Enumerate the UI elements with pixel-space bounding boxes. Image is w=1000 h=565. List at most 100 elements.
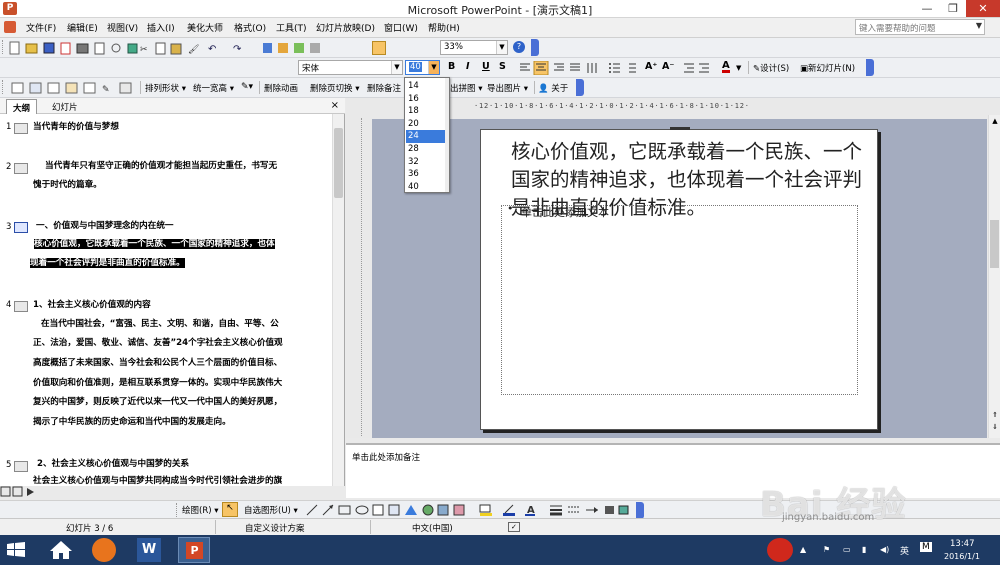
menu-window[interactable]: 窗口(W) [384,21,418,34]
dropdown-scrollbar[interactable] [445,78,449,192]
font-size-option[interactable]: 28 [406,143,448,156]
spellcheck-icon[interactable]: ✓ [508,522,520,532]
menu-help[interactable]: 帮助(H) [428,21,460,34]
tab-slides[interactable]: 幻灯片 [46,99,84,114]
toolbar-handle[interactable] [176,503,179,517]
list-icons[interactable] [608,61,638,75]
horizontal-ruler[interactable]: ·12·1·10·1·8·1·6·1·4·1·2·1·0·1·2·1·4·1·6… [474,99,874,113]
shadow-button[interactable]: S [499,61,506,72]
menu-file[interactable]: 文件(F) [26,21,56,34]
toolbar-options-button[interactable] [636,502,644,519]
word-icon[interactable]: W [137,538,161,562]
alignment-icons[interactable] [518,61,603,75]
addin-toolbar-icons[interactable]: ✎ [10,81,135,95]
show-formatting-icon[interactable] [372,41,386,55]
indent-icons[interactable] [682,61,712,75]
network-icon[interactable]: ▭ [843,545,851,554]
bold-button[interactable]: B [448,61,455,72]
underline-button[interactable]: U [482,61,490,72]
browser-icon[interactable] [92,538,116,562]
font-name-select[interactable]: 宋体 ▼ [298,60,403,75]
slide-icon[interactable] [14,163,28,174]
toolbar-options-button[interactable] [531,39,539,56]
outline-text-line[interactable]: 当代青年只有坚守正确的价值观才能担当起历史重任，书写无 [45,157,277,177]
toolbar-options-button[interactable] [866,59,874,76]
menu-format[interactable]: 格式(O) [234,21,266,34]
remove-animation-button[interactable]: 删除动画 [264,82,298,94]
chevron-down-icon[interactable]: ▼ [428,61,439,74]
arrange-shapes-button[interactable]: 排列形状 ▾ [145,82,186,94]
font-size-option[interactable]: 14 [406,80,448,93]
input-method-indicator[interactable]: M [920,542,932,552]
volume-icon[interactable]: ◀) [880,545,889,554]
new-slide-button[interactable]: ▣新幻灯片(N) [800,62,855,74]
slide-canvas[interactable]: 核心价值观，它既承载着一个民族、一个国家的精神追求，也体现着一个社会评判是非曲直… [480,127,878,430]
previous-slide-icon[interactable]: ⇑ [989,411,1000,419]
help-icon[interactable]: ? [513,41,525,53]
font-size-option[interactable]: 16 [406,93,448,106]
view-mode-icons[interactable] [0,486,50,498]
export-image-button[interactable]: 导出图片 ▾ [487,82,528,94]
outline-text-line[interactable]: 高度概括了未来国家、当今社会和公民个人三个层面的价值目标、 [33,354,282,374]
chevron-down-icon[interactable]: ▼ [391,61,402,74]
scrollbar-thumb[interactable] [990,220,999,268]
format-painter-icon[interactable]: ✎▾ [241,82,253,92]
font-size-option[interactable]: 36 [406,168,448,181]
chevron-down-icon[interactable]: ▼ [496,41,507,54]
remove-notes-button[interactable]: 删除备注 [367,82,401,94]
chevron-down-icon[interactable]: ▼ [976,21,982,30]
slide-scrollbar[interactable]: ▲ ⇑ ⇓ [988,115,1000,438]
outline-text-line[interactable]: 揭示了中华民族的历史命运和当代中国的发展走向。 [33,413,231,433]
grow-font-button[interactable]: A⁺ [645,61,657,72]
tray-app-icon[interactable] [767,538,793,562]
outline-selected-text[interactable]: 核心价值观，它既承载着一个民族、一个国家的精神追求，也体 [34,235,275,255]
puzzle-export-button[interactable]: 出拼图 ▾ [450,82,482,94]
menu-slideshow[interactable]: 幻灯片放映(D) [316,21,375,34]
scrollbar-thumb[interactable] [334,128,343,198]
help-search-input[interactable]: 键入需要帮助的问题 ▼ [855,19,985,35]
outline-text-line[interactable]: 社会主义核心价值观与中国梦共同构成当今时代引领社会进步的旗 [33,472,282,492]
powerpoint-taskbar-button[interactable]: P [178,537,210,563]
content-placeholder-text[interactable]: 单击此处添加文本 [521,204,609,220]
menu-tools[interactable]: 工具(T) [276,21,307,34]
slide-icon[interactable] [14,461,28,472]
tab-outline[interactable]: 大纲 [6,99,38,114]
slide-icon-active[interactable] [14,222,28,233]
notes-placeholder[interactable]: 单击此处添加备注 [352,451,420,463]
menu-beautify[interactable]: 美化大师 [187,21,223,34]
outline-text-line[interactable]: 在当代中国社会，“富强、民主、文明、和谐，自由、平等、公 [41,315,279,335]
home-icon[interactable] [46,537,76,563]
close-icon[interactable]: × [331,100,339,111]
clock-time[interactable]: 13:47 [950,539,975,549]
select-arrow-icon[interactable]: ↖ [222,502,238,517]
content-placeholder[interactable] [501,205,858,395]
next-slide-icon[interactable]: ⇓ [989,423,1000,431]
slide-icon[interactable] [14,301,28,312]
vertical-ruler[interactable] [352,118,362,436]
draw-menu-button[interactable]: 绘图(R) ▾ [182,504,219,516]
shrink-font-button[interactable]: A⁻ [662,61,674,72]
input-method-english[interactable]: 英 [900,544,909,557]
scroll-up-icon[interactable]: ▲ [989,117,1000,125]
tray-arrow-icon[interactable]: ▲ [800,545,806,554]
standard-toolbar-icons[interactable]: ✂ 🖌 ↶ ↷ [8,41,338,55]
outline-slide-title[interactable]: 当代青年的价值与梦想 [33,118,119,138]
unify-size-button[interactable]: 统一宽高 ▾ [193,82,234,94]
italic-button[interactable]: I [466,61,470,72]
maximize-button[interactable]: ❐ [940,0,966,17]
signal-icon[interactable]: ▮ [862,545,866,554]
about-button[interactable]: 👤 关于 [538,82,568,94]
outline-slide-title[interactable]: 一、价值观与中国梦理念的内在统一 [36,217,174,237]
clock-date[interactable]: 2016/1/1 [944,552,980,561]
document-icon[interactable] [4,21,16,33]
toolbar-handle[interactable] [2,40,5,54]
font-size-option[interactable]: 20 [406,118,448,131]
outline-text-line[interactable]: 复兴的中国梦，则反映了近代以来一代又一代中国人的美好夙愿， [33,393,282,413]
font-color-button[interactable]: A [722,61,730,73]
outline-selected-text[interactable]: 现着一个社会评判是非曲直的价值标准。 [30,254,185,274]
flag-icon[interactable]: ⚑ [823,545,830,554]
outline-text-line[interactable]: 愧于时代的篇章。 [33,176,102,196]
close-button[interactable]: ✕ [966,0,1000,17]
menu-insert[interactable]: 插入(I) [147,21,175,34]
drawing-tools-icons[interactable]: A [305,503,635,517]
